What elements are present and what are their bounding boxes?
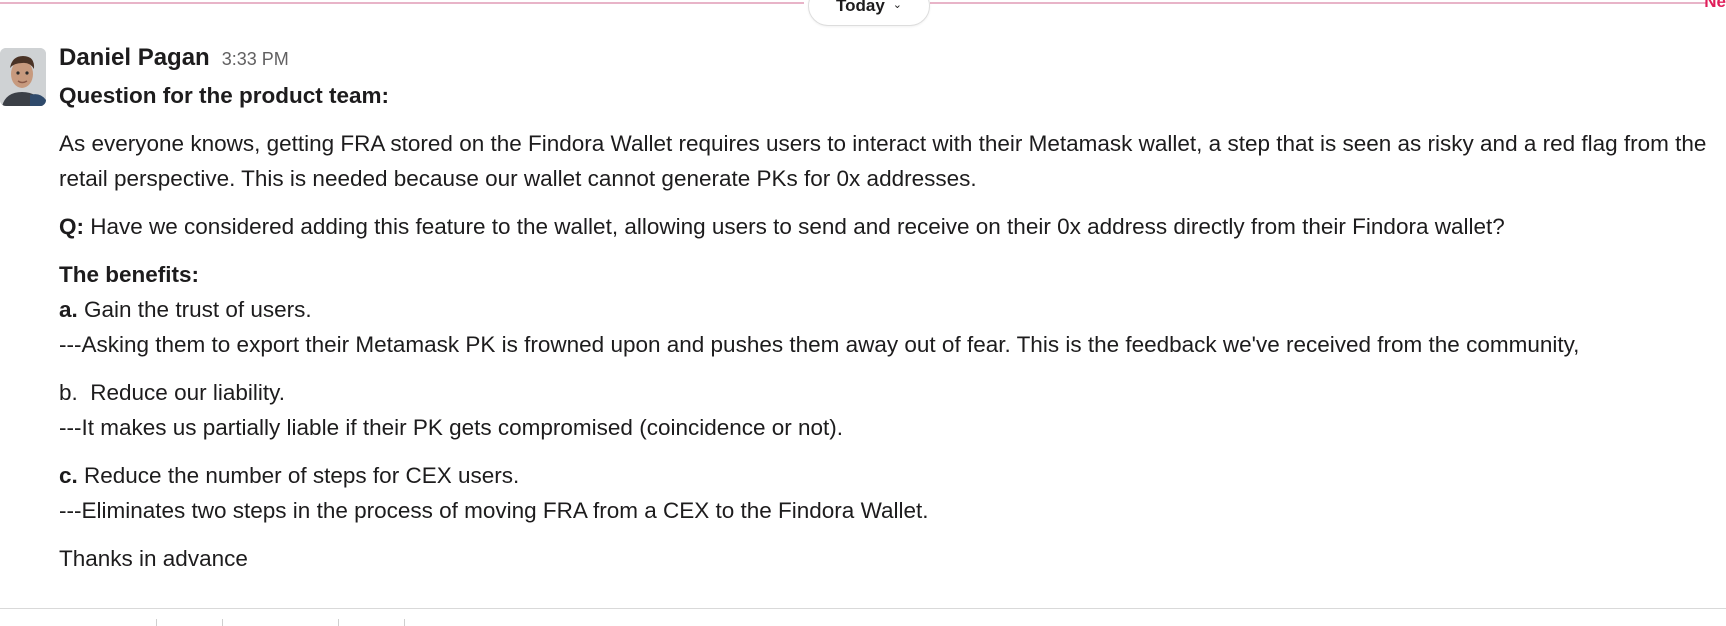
benefit-c-detail: ---Eliminates two steps in the process o… bbox=[59, 498, 929, 523]
benefit-a: a. Gain the trust of users. bbox=[59, 297, 312, 322]
date-divider-button[interactable]: Today ⌄ bbox=[808, 0, 930, 26]
date-divider-line-left bbox=[0, 2, 804, 4]
question-text: Have we considered adding this feature t… bbox=[84, 214, 1505, 239]
message-title: Question for the product team: bbox=[59, 83, 390, 108]
message: Daniel Pagan 3:33 PM Question for the pr… bbox=[59, 44, 1709, 576]
avatar-photo bbox=[0, 48, 46, 106]
author-name[interactable]: Daniel Pagan bbox=[59, 44, 210, 72]
benefits-heading: The benefits: bbox=[59, 262, 200, 287]
message-closing: Thanks in advance bbox=[59, 546, 248, 571]
message-view: Today ⌄ Ne Daniel Pagan 3:33 PM Question… bbox=[0, 0, 1726, 626]
message-header: Daniel Pagan 3:33 PM bbox=[59, 44, 1709, 78]
toolbar-divider bbox=[338, 619, 339, 626]
benefit-b: b. Reduce our liability. bbox=[59, 380, 285, 405]
benefit-a-detail: ---Asking them to export their Metamask … bbox=[59, 332, 1580, 357]
benefit-a-prefix: a. bbox=[59, 297, 78, 322]
chevron-down-icon: ⌄ bbox=[892, 0, 903, 11]
message-question: Q: Have we considered adding this featur… bbox=[59, 209, 1709, 244]
message-timestamp[interactable]: 3:33 PM bbox=[222, 49, 289, 70]
benefit-c: c. Reduce the number of steps for CEX us… bbox=[59, 463, 520, 488]
avatar[interactable] bbox=[0, 48, 46, 106]
toolbar-divider bbox=[404, 619, 405, 626]
date-divider-label: Today bbox=[835, 0, 885, 15]
composer-top-border bbox=[0, 608, 1726, 609]
question-prefix: Q: bbox=[59, 214, 84, 239]
benefit-b-detail: ---It makes us partially liable if their… bbox=[59, 415, 844, 440]
date-divider-line-right bbox=[930, 2, 1706, 4]
new-messages-label: Ne bbox=[1704, 0, 1726, 11]
benefit-c-prefix: c. bbox=[59, 463, 78, 488]
message-intro: As everyone knows, getting FRA stored on… bbox=[59, 131, 1707, 191]
toolbar-divider bbox=[156, 619, 157, 626]
toolbar-divider bbox=[222, 619, 223, 626]
